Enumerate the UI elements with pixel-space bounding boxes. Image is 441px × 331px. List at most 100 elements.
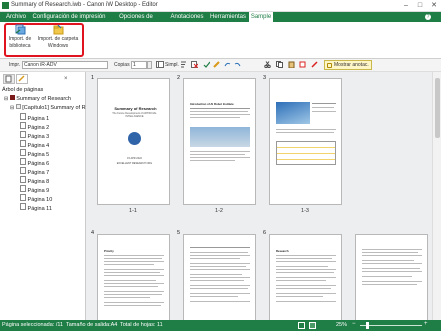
sort-icon[interactable] — [180, 61, 187, 68]
close-button[interactable]: ✕ — [427, 0, 441, 11]
app-icon — [2, 2, 9, 9]
page1-title: Summary of Research — [114, 106, 157, 111]
page-thumbnail-7[interactable] — [355, 234, 428, 322]
vertical-scrollbar[interactable] — [432, 72, 441, 320]
duplex-icon — [156, 61, 164, 68]
tree-item-page[interactable]: Página 9 — [20, 185, 49, 194]
minimize-button[interactable]: – — [399, 0, 413, 11]
printer-label: Impr. — [9, 62, 21, 68]
page-label: 1-2 — [215, 208, 223, 214]
page2-image — [190, 127, 250, 147]
tree-item-page[interactable]: Página 8 — [20, 176, 49, 185]
page3-image — [276, 102, 310, 124]
delete-page-icon[interactable] — [191, 61, 199, 69]
view-mode-icon[interactable] — [298, 322, 305, 329]
tab-annotations[interactable]: Anotaciones — [167, 12, 207, 22]
redo-icon[interactable] — [224, 61, 231, 68]
show-annotations-button[interactable]: Mostrar anotac. — [324, 60, 372, 70]
tab-print-settings[interactable]: Configuración de impresión — [32, 12, 106, 22]
help-icon[interactable]: ? — [425, 14, 431, 20]
zoom-level: 25% — [336, 322, 348, 328]
page-thumbnail-2[interactable]: Introduction of AI Robot Institute — [183, 78, 256, 205]
tree-item-root[interactable]: ⊟ Summary of Research — [4, 95, 71, 103]
page2-title: Introduction of AI Robot Institute — [190, 102, 234, 106]
tab-archivo[interactable]: Archivo — [2, 12, 30, 22]
stamp-icon[interactable] — [299, 61, 306, 68]
tree-item-page[interactable]: Página 10 — [20, 194, 52, 203]
tab-sample[interactable]: Sample — [249, 12, 273, 22]
ribbon-tabs: Archivo Configuración de impresión Opcio… — [0, 12, 441, 30]
window-title: Summary of Research.iwb - Canon iW Deskt… — [11, 2, 158, 8]
page-label: 1-3 — [301, 208, 309, 214]
zoom-slider[interactable] — [360, 325, 422, 326]
tab-tools[interactable]: Herramientas — [208, 12, 248, 22]
tree-item-page[interactable]: Página 6 — [20, 158, 49, 167]
tree-item-page[interactable]: Página 3 — [20, 131, 49, 140]
page3-table — [276, 141, 336, 165]
tab-page-tree[interactable] — [3, 74, 15, 84]
page-number: 6 — [263, 230, 267, 236]
copies-input[interactable]: 1 — [131, 61, 147, 69]
page-tree-title: Árbol de páginas — [2, 87, 44, 93]
tree-item-chapter[interactable]: ⊟ [Capítulo1] Summary of R — [10, 104, 86, 112]
zoom-out-icon[interactable]: − — [352, 321, 356, 327]
annotation-icon — [327, 63, 332, 68]
page4-title: Priority — [104, 249, 114, 253]
page1-org: EXCELLENT RESEARCH ORG — [116, 162, 153, 165]
page-number: 3 — [263, 75, 267, 81]
tree-item-label: Página 11 — [27, 206, 52, 212]
page-thumbnail-1[interactable]: Summary of Research The Future Developme… — [97, 78, 170, 205]
page1-date: 15 APR 2022 — [127, 157, 142, 160]
status-bar: Página seleccionada: /11 Tamaño de salid… — [0, 320, 441, 331]
import-library-label-2: biblioteca — [9, 43, 31, 49]
tree-item-page[interactable]: Página 1 — [20, 113, 49, 122]
paste-icon[interactable] — [288, 61, 295, 69]
import-library-icon — [15, 24, 26, 35]
check-icon[interactable] — [203, 61, 211, 68]
page-number: 1 — [91, 75, 95, 81]
page1-logo — [128, 132, 141, 145]
page-number: 2 — [177, 75, 181, 81]
status-output-size: Tamaño de salida:A4 — [66, 322, 118, 328]
edit-icon[interactable] — [213, 61, 220, 68]
import-folder-button[interactable]: Import. de carpeta Windows — [35, 24, 81, 54]
tree-item-label: [Capítulo1] Summary of R — [22, 105, 86, 111]
page-thumbnail-4[interactable]: Priority — [97, 234, 170, 322]
title-bar: Summary of Research.iwb - Canon iW Deskt… — [0, 0, 441, 12]
maximize-button[interactable]: □ — [413, 0, 427, 11]
printer-select[interactable]: Canon iR-ADV — [22, 61, 108, 69]
import-folder-label-2: Windows — [47, 43, 69, 49]
page-thumbnail-area: 1 Summary of Research The Future Develop… — [86, 72, 432, 322]
print-mode[interactable]: Simpl. — [165, 62, 179, 68]
show-annotations-label: Mostrar anotac. — [334, 62, 369, 68]
status-total-sheets: Total de hojas: 11 — [120, 322, 163, 328]
cut-icon[interactable] — [264, 61, 271, 69]
page-thumbnail-6[interactable]: Research — [269, 234, 342, 322]
zoom-in-icon[interactable]: + — [424, 321, 428, 327]
tab-print-options[interactable]: Opciones de impresión — [106, 12, 166, 30]
tree-item-page[interactable]: Página 4 — [20, 140, 49, 149]
tree-item-page[interactable]: Página 2 — [20, 122, 49, 131]
page6-title: Research — [276, 249, 289, 253]
tree-item-label: Summary of Research — [16, 96, 71, 102]
copies-label: Copias — [114, 62, 130, 68]
view-mode-alt-icon[interactable] — [309, 322, 316, 329]
copy-icon[interactable] — [276, 61, 283, 68]
tree-item-page[interactable]: Página 7 — [20, 167, 49, 176]
zoom-slider-handle[interactable] — [366, 322, 369, 329]
tree-item-page[interactable]: Página 11 — [20, 203, 52, 212]
page-label: 1-1 — [129, 208, 137, 214]
page-thumbnail-3[interactable] — [269, 78, 342, 205]
import-library-button[interactable]: Import. de biblioteca — [6, 24, 34, 54]
marker-icon[interactable] — [311, 61, 318, 68]
pane-close-icon[interactable]: × — [64, 76, 68, 82]
copies-stepper[interactable] — [147, 61, 152, 69]
status-selected-page: Página seleccionada: /11 — [2, 322, 64, 328]
page-number: 4 — [91, 230, 95, 236]
undo-icon[interactable] — [234, 61, 241, 68]
scroll-thumb[interactable] — [435, 78, 440, 138]
tree-item-page[interactable]: Página 5 — [20, 149, 49, 158]
page1-subtitle: The Future Development of ARTIFICIAL INT… — [112, 112, 157, 118]
tab-annotation-list[interactable] — [16, 74, 28, 84]
page-thumbnail-5[interactable] — [183, 234, 256, 322]
